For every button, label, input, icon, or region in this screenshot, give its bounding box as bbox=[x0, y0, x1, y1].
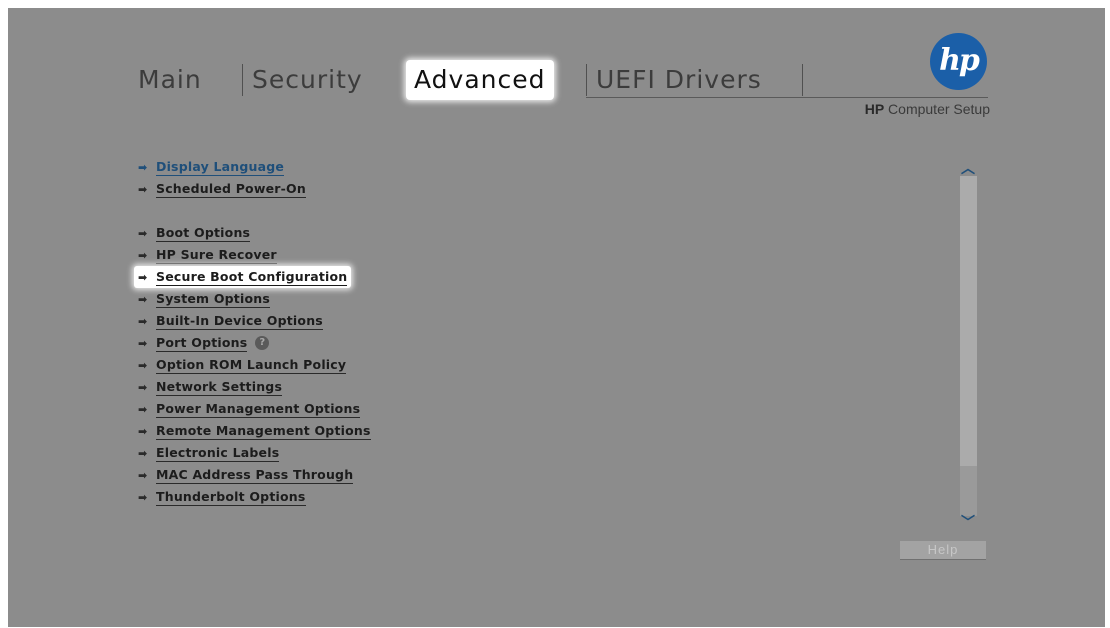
menu-item-secure-boot-configuration[interactable]: ➡ Secure Boot Configuration bbox=[134, 266, 352, 288]
menu-item-label: Power Management Options bbox=[156, 400, 361, 418]
right-arrow-icon: ➡ bbox=[138, 182, 148, 196]
menu-item-label: Scheduled Power-On bbox=[156, 180, 306, 198]
right-arrow-icon: ➡ bbox=[138, 424, 148, 438]
menu-item-label: Electronic Labels bbox=[156, 444, 280, 462]
help-button[interactable]: Help bbox=[900, 541, 986, 560]
right-arrow-icon: ➡ bbox=[138, 292, 148, 306]
menu-item-label: Thunderbolt Options bbox=[156, 488, 306, 506]
menu-item-remote-management-options[interactable]: ➡ Remote Management Options bbox=[138, 420, 371, 442]
menu-item-label: Built-In Device Options bbox=[156, 312, 323, 330]
menu-item-display-language[interactable]: ➡ Display Language bbox=[138, 156, 285, 178]
menu-item-label: Secure Boot Configuration bbox=[156, 268, 348, 286]
right-arrow-icon: ➡ bbox=[138, 336, 148, 350]
menu-item-label: Remote Management Options bbox=[156, 422, 371, 440]
page-title: HP Computer Setup bbox=[836, 101, 990, 117]
menu-item-built-in-device-options[interactable]: ➡ Built-In Device Options bbox=[138, 310, 323, 332]
menu-item-scheduled-power-on[interactable]: ➡ Scheduled Power-On bbox=[138, 178, 306, 200]
right-arrow-icon: ➡ bbox=[138, 270, 148, 284]
right-arrow-icon: ➡ bbox=[138, 380, 148, 394]
right-arrow-icon: ➡ bbox=[138, 358, 148, 372]
brand-name: HP bbox=[864, 101, 885, 117]
menu-item-boot-options[interactable]: ➡ Boot Options bbox=[138, 222, 251, 244]
header-divider bbox=[586, 97, 988, 98]
menu-item-label: HP Sure Recover bbox=[156, 246, 277, 264]
tab-divider bbox=[586, 64, 587, 96]
right-arrow-icon: ➡ bbox=[138, 468, 148, 482]
menu-item-label: Boot Options bbox=[156, 224, 251, 242]
right-arrow-icon: ➡ bbox=[138, 226, 148, 240]
right-arrow-icon: ➡ bbox=[138, 248, 148, 262]
menu-item-label: Display Language bbox=[156, 158, 285, 176]
menu-item-label: System Options bbox=[156, 290, 270, 308]
tab-security[interactable]: Security bbox=[252, 60, 363, 100]
right-arrow-icon: ➡ bbox=[138, 314, 148, 328]
right-arrow-icon: ➡ bbox=[138, 402, 148, 416]
tab-main[interactable]: Main bbox=[138, 60, 202, 100]
menu-item-mac-address-pass-through[interactable]: ➡ MAC Address Pass Through bbox=[138, 464, 354, 486]
menu-item-label: Network Settings bbox=[156, 378, 283, 396]
menu-item-port-options[interactable]: ➡ Port Options ? bbox=[138, 332, 270, 354]
menu-item-label: MAC Address Pass Through bbox=[156, 466, 354, 484]
menu-item-label: Port Options bbox=[156, 334, 248, 352]
chevron-down-icon[interactable]: ﹀ bbox=[958, 512, 978, 532]
right-arrow-icon: ➡ bbox=[138, 446, 148, 460]
menu-item-electronic-labels[interactable]: ➡ Electronic Labels bbox=[138, 442, 280, 464]
chevron-up-icon[interactable]: ︿ bbox=[958, 158, 978, 178]
menu-item-network-settings[interactable]: ➡ Network Settings bbox=[138, 376, 283, 398]
tab-advanced[interactable]: Advanced bbox=[406, 60, 554, 100]
menu-item-power-management-options[interactable]: ➡ Power Management Options bbox=[138, 398, 361, 420]
tab-divider bbox=[242, 64, 243, 96]
question-icon[interactable]: ? bbox=[255, 336, 270, 350]
tab-uefi-drivers[interactable]: UEFI Drivers bbox=[596, 60, 762, 100]
menu-item-thunderbolt-options[interactable]: ➡ Thunderbolt Options bbox=[138, 486, 306, 508]
menu-item-option-rom-launch-policy[interactable]: ➡ Option ROM Launch Policy bbox=[138, 354, 347, 376]
right-arrow-icon: ➡ bbox=[138, 490, 148, 504]
title-text: Computer Setup bbox=[884, 101, 990, 117]
hp-logo: hp bbox=[930, 33, 987, 90]
menu-item-system-options[interactable]: ➡ System Options bbox=[138, 288, 270, 310]
tab-divider bbox=[802, 64, 803, 96]
menu-item-hp-sure-recover[interactable]: ➡ HP Sure Recover bbox=[138, 244, 277, 266]
menu-item-label: Option ROM Launch Policy bbox=[156, 356, 347, 374]
right-arrow-icon: ➡ bbox=[138, 160, 148, 174]
scrollbar-thumb[interactable] bbox=[960, 176, 977, 466]
